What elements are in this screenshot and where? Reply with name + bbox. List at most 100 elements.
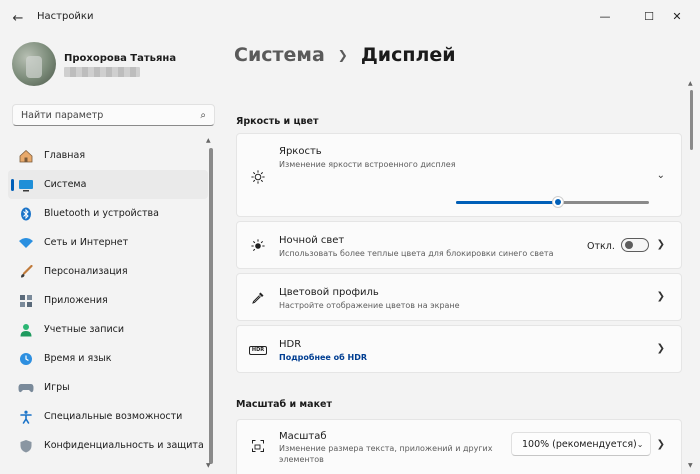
maximize-button[interactable]: ☐ bbox=[634, 4, 664, 28]
brightness-title: Яркость bbox=[279, 146, 322, 157]
chevron-right-icon[interactable]: ❯ bbox=[657, 439, 665, 450]
shield-icon bbox=[18, 438, 34, 454]
sidebar-item-label: Персонализация bbox=[44, 266, 128, 277]
sidebar-scroll-up-icon[interactable]: ▲ bbox=[206, 137, 211, 144]
main-scrollbar[interactable]: ▲ ▼ bbox=[688, 80, 693, 469]
maximize-icon: ☐ bbox=[644, 9, 654, 23]
sidebar-item-label: Система bbox=[44, 179, 87, 190]
night-light-card[interactable]: Ночной свет Использовать более теплые цв… bbox=[236, 221, 682, 269]
night-light-icon bbox=[249, 237, 267, 255]
wifi-icon bbox=[18, 235, 34, 251]
hdr-learn-more-link[interactable]: Подробнее об HDR bbox=[279, 353, 367, 362]
brightness-slider[interactable] bbox=[456, 195, 649, 209]
slider-thumb[interactable] bbox=[552, 196, 564, 208]
chevron-right-icon[interactable]: ❯ bbox=[657, 239, 665, 250]
brightness-subtitle: Изменение яркости встроенного дисплея bbox=[279, 160, 456, 169]
sun-icon bbox=[249, 168, 267, 186]
sidebar-item-privacy[interactable]: Конфиденциальность и защита bbox=[8, 431, 208, 460]
home-icon bbox=[18, 148, 34, 164]
color-profile-title: Цветовой профиль bbox=[279, 287, 379, 298]
color-profile-subtitle: Настройте отображение цветов на экране bbox=[279, 301, 460, 310]
sidebar-item-label: Главная bbox=[44, 150, 86, 161]
app-title: Настройки bbox=[37, 11, 94, 22]
sidebar-scrollbar[interactable] bbox=[209, 148, 213, 464]
sidebar-nav: Главная Система Bluetooth и устройства С… bbox=[8, 141, 208, 460]
night-light-title: Ночной свет bbox=[279, 235, 345, 246]
search-input[interactable]: Найти параметр bbox=[21, 110, 200, 121]
sidebar-item-network[interactable]: Сеть и Интернет bbox=[8, 228, 208, 257]
scale-subtitle-line2: элементов bbox=[279, 455, 324, 464]
scale-card[interactable]: Масштаб Изменение размера текста, прилож… bbox=[236, 419, 682, 474]
scale-icon bbox=[249, 437, 267, 455]
minimize-button[interactable]: — bbox=[590, 4, 620, 28]
sidebar-item-label: Сеть и Интернет bbox=[44, 237, 129, 248]
chevron-down-icon: ⌄ bbox=[636, 439, 644, 449]
sidebar-item-apps[interactable]: Приложения bbox=[8, 286, 208, 315]
sidebar-item-gaming[interactable]: Игры bbox=[8, 373, 208, 402]
monitor-icon bbox=[18, 177, 34, 193]
search-icon: ⌕ bbox=[200, 109, 206, 121]
search-box[interactable]: Найти параметр ⌕ bbox=[12, 104, 215, 126]
sidebar-item-home[interactable]: Главная bbox=[8, 141, 208, 170]
page-title: Дисплей bbox=[360, 44, 456, 66]
night-light-subtitle: Использовать более теплые цвета для блок… bbox=[279, 249, 554, 258]
brush-icon bbox=[18, 264, 34, 280]
apps-icon bbox=[18, 293, 34, 309]
scale-subtitle-line1: Изменение размера текста, приложений и д… bbox=[279, 444, 493, 453]
section-title-scale-layout: Масштаб и макет bbox=[236, 399, 332, 410]
arrow-left-icon: ← bbox=[12, 10, 24, 26]
chevron-right-icon[interactable]: ❯ bbox=[657, 291, 665, 302]
main-scroll-thumb[interactable] bbox=[690, 90, 693, 150]
hdr-title: HDR bbox=[279, 339, 302, 350]
close-button[interactable]: ✕ bbox=[662, 4, 692, 28]
scale-dropdown[interactable]: 100% (рекомендуется) ⌄ bbox=[511, 432, 651, 456]
sidebar-item-time-language[interactable]: Время и язык bbox=[8, 344, 208, 373]
scale-title: Масштаб bbox=[279, 431, 327, 442]
sidebar-item-accessibility[interactable]: Специальные возможности bbox=[8, 402, 208, 431]
sidebar-scroll-down-icon[interactable]: ▼ bbox=[206, 462, 211, 469]
brightness-card[interactable]: Яркость Изменение яркости встроенного ди… bbox=[236, 133, 682, 217]
sidebar-item-personalization[interactable]: Персонализация bbox=[8, 257, 208, 286]
scroll-down-icon[interactable]: ▼ bbox=[688, 462, 693, 469]
hdr-icon-label: HDR bbox=[249, 345, 267, 355]
chevron-right-icon: ❯ bbox=[337, 48, 348, 62]
color-profile-card[interactable]: Цветовой профиль Настройте отображение ц… bbox=[236, 273, 682, 321]
globe-clock-icon bbox=[18, 351, 34, 367]
toggle-knob bbox=[625, 241, 633, 249]
title-bar: ← Настройки — ☐ ✕ bbox=[0, 0, 700, 34]
hdr-icon: HDR bbox=[249, 341, 267, 359]
sidebar-item-label: Игры bbox=[44, 382, 70, 393]
sidebar-item-label: Bluetooth и устройства bbox=[44, 208, 159, 219]
hdr-card[interactable]: HDR HDR Подробнее об HDR ❯ bbox=[236, 325, 682, 373]
scroll-up-icon[interactable]: ▲ bbox=[688, 80, 693, 87]
user-name: Прохорова Татьяна bbox=[64, 53, 177, 64]
avatar bbox=[12, 42, 56, 86]
sidebar-item-accounts[interactable]: Учетные записи bbox=[8, 315, 208, 344]
breadcrumb: Система ❯ Дисплей bbox=[234, 44, 456, 66]
minimize-icon: — bbox=[599, 9, 611, 23]
section-title-brightness-color: Яркость и цвет bbox=[236, 116, 319, 127]
sidebar-item-label: Приложения bbox=[44, 295, 108, 306]
scale-dropdown-value: 100% (рекомендуется) bbox=[522, 438, 637, 450]
sidebar-item-label: Время и язык bbox=[44, 353, 112, 364]
night-light-state: Откл. bbox=[587, 241, 615, 252]
sidebar-item-bluetooth[interactable]: Bluetooth и устройства bbox=[8, 199, 208, 228]
eyedropper-icon bbox=[249, 289, 267, 307]
chevron-down-icon[interactable]: ⌄ bbox=[657, 170, 665, 181]
sidebar-item-label: Конфиденциальность и защита bbox=[44, 440, 204, 451]
breadcrumb-parent[interactable]: Система bbox=[234, 44, 325, 66]
bluetooth-icon bbox=[18, 206, 34, 222]
sidebar-item-label: Специальные возможности bbox=[44, 411, 183, 422]
user-email-redacted bbox=[64, 67, 140, 77]
accessibility-icon bbox=[18, 409, 34, 425]
gamepad-icon bbox=[18, 380, 34, 396]
chevron-right-icon[interactable]: ❯ bbox=[657, 343, 665, 354]
close-icon: ✕ bbox=[672, 9, 682, 23]
back-button[interactable]: ← bbox=[8, 8, 28, 28]
user-profile[interactable]: Прохорова Татьяна bbox=[12, 42, 176, 86]
sidebar-item-system[interactable]: Система bbox=[8, 170, 208, 199]
slider-fill bbox=[456, 201, 558, 204]
night-light-toggle[interactable] bbox=[621, 238, 649, 252]
sidebar-item-label: Учетные записи bbox=[44, 324, 125, 335]
person-icon bbox=[18, 322, 34, 338]
